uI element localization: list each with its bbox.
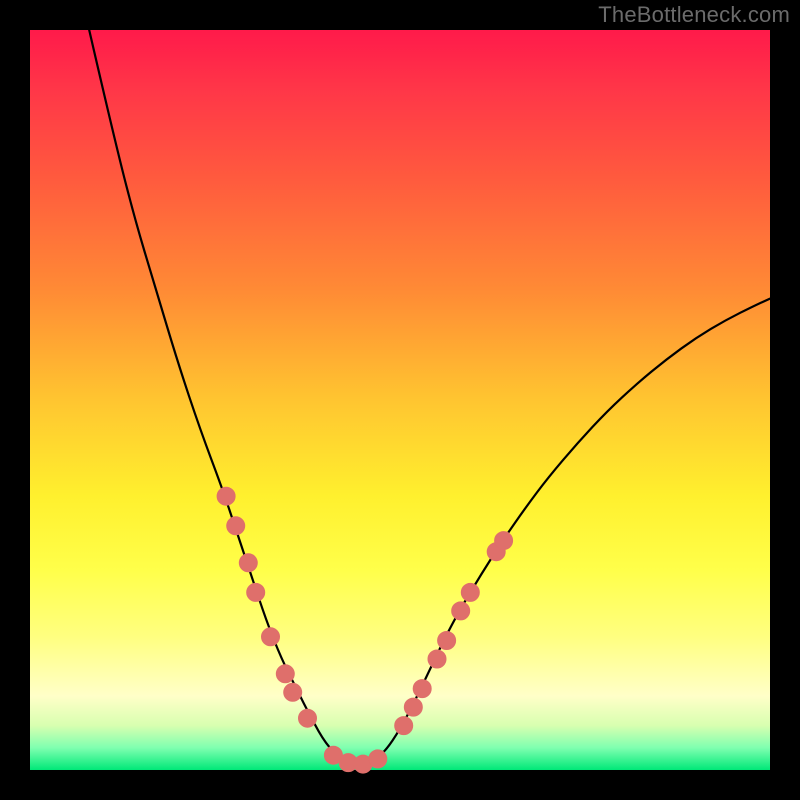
data-dot (276, 665, 294, 683)
data-dot (284, 683, 302, 701)
data-dot (495, 532, 513, 550)
data-dot (413, 680, 431, 698)
data-dot (461, 583, 479, 601)
plot-area (30, 30, 770, 770)
data-dot (247, 583, 265, 601)
data-dot (369, 750, 387, 768)
data-dot (227, 517, 245, 535)
data-dot (299, 709, 317, 727)
chart-frame: TheBottleneck.com (0, 0, 800, 800)
data-dot (239, 554, 257, 572)
data-dot (262, 628, 280, 646)
watermark-text: TheBottleneck.com (598, 2, 790, 28)
data-dot (452, 602, 470, 620)
data-dot (404, 698, 422, 716)
data-dots (217, 487, 512, 773)
chart-svg (30, 30, 770, 770)
data-dot (217, 487, 235, 505)
data-dot (395, 717, 413, 735)
data-dot (428, 650, 446, 668)
data-dot (438, 632, 456, 650)
